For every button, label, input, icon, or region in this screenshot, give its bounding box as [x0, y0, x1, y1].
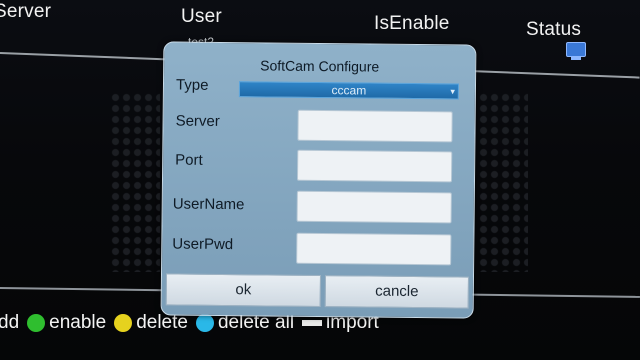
ok-button[interactable]: ok — [165, 273, 322, 308]
cancel-button[interactable]: cancle — [324, 275, 469, 309]
speaker-grill-right — [478, 92, 528, 272]
type-select[interactable]: cccam ▾ — [238, 81, 460, 100]
userpwd-input[interactable] — [296, 232, 452, 266]
type-label: Type — [175, 76, 209, 94]
column-header-user: User — [181, 6, 222, 27]
port-label: Port — [175, 151, 203, 169]
username-label: UserName — [172, 195, 245, 214]
server-input[interactable] — [297, 109, 453, 143]
dialog-title: SoftCam Configure — [260, 57, 380, 75]
speaker-grill-left — [110, 92, 160, 272]
username-input[interactable] — [296, 190, 452, 224]
softcam-configure-dialog: SoftCam Configure Type cccam ▾ Server Po… — [160, 41, 477, 319]
legend-enable-label: enable — [49, 312, 107, 333]
legend-add-label: dd — [0, 312, 20, 333]
tv-screen: Server User IsEnable Status test2 yes dd… — [0, 0, 640, 360]
monitor-icon — [566, 42, 586, 60]
yellow-key-icon — [114, 314, 133, 332]
white-key-icon — [302, 320, 323, 326]
blue-key-icon — [195, 314, 214, 332]
green-key-icon — [27, 314, 46, 332]
column-header-isenable: IsEnable — [374, 13, 450, 34]
port-input[interactable] — [296, 149, 453, 183]
dialog-button-row: ok cancle — [162, 271, 473, 310]
chevron-down-icon: ▾ — [450, 86, 455, 97]
userpwd-label: UserPwd — [172, 235, 234, 254]
column-header-server: Server — [0, 1, 52, 22]
type-select-value: cccam — [331, 83, 367, 98]
server-label: Server — [175, 112, 220, 130]
column-header-status: Status — [526, 19, 582, 40]
